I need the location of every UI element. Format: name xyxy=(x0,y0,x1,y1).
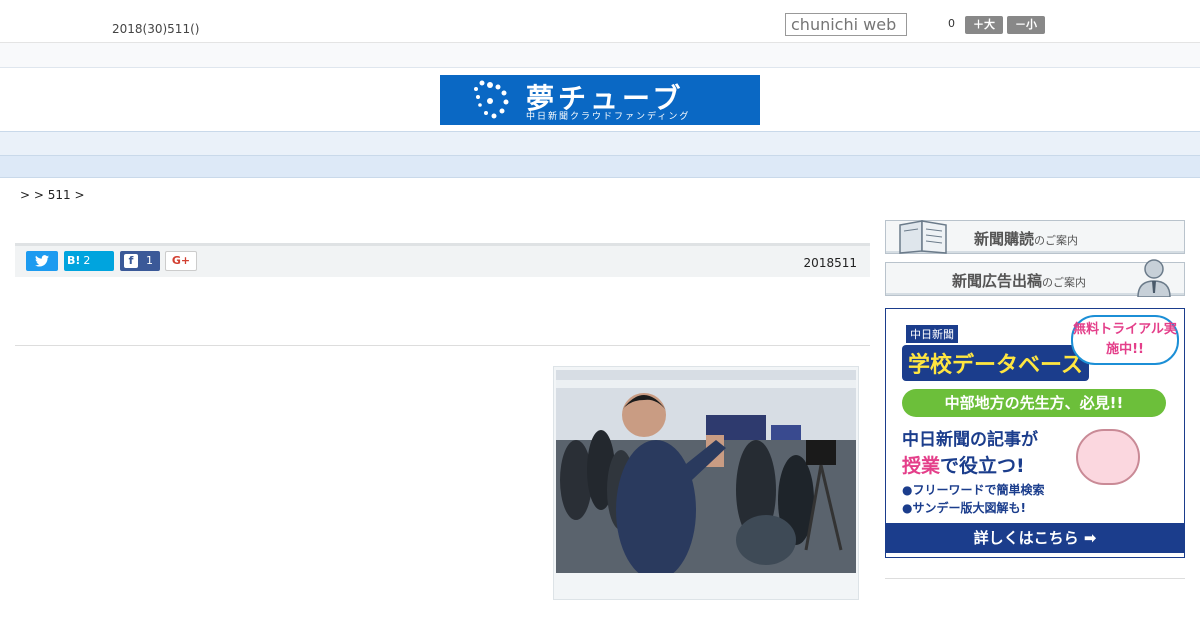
article-photo-frame xyxy=(553,366,859,600)
ad-brand: 中日新聞 xyxy=(906,325,958,343)
nav-item-4[interactable] xyxy=(407,136,447,152)
nav-item-6[interactable] xyxy=(567,136,607,152)
facebook-icon: f xyxy=(124,254,138,268)
nav-item-9[interactable] xyxy=(807,136,847,152)
hatena-count: 2 xyxy=(83,254,91,267)
twitter-share-button[interactable] xyxy=(26,251,58,271)
ad-trial-bubble: 無料トライアル実施中!! xyxy=(1071,315,1179,365)
advertising-title: 新聞広告出稿のご案内 xyxy=(952,272,1087,290)
font-size-large-button[interactable]: ＋大 xyxy=(965,16,1003,34)
advertising-info-button[interactable]: 新聞広告出稿のご案内 xyxy=(885,259,1185,297)
sidebar-divider xyxy=(885,578,1185,579)
divider xyxy=(15,345,870,346)
subscription-info-button[interactable]: 新聞購読のご案内 xyxy=(885,220,1185,254)
font-size-small-button[interactable]: －小 xyxy=(1007,16,1045,34)
dots-logo-icon xyxy=(474,80,509,119)
school-database-ad[interactable]: 中日新聞 学校データベース 無料トライアル実施中!! 中部地方の先生方、必見!!… xyxy=(885,308,1185,558)
ad-headline: 中部地方の先生方、必見!! xyxy=(902,389,1166,417)
facebook-share-button[interactable]: f 1 xyxy=(120,251,160,271)
top-utility-bar: 2018(30)511() 0 ＋大 －小 xyxy=(0,0,1200,43)
google-plus-button[interactable]: G+ xyxy=(165,251,197,271)
nav-item-7[interactable] xyxy=(647,136,687,152)
subscription-title: 新聞購読のご案内 xyxy=(974,230,1079,248)
banner-subtitle: 中日新聞クラウドファンディング xyxy=(526,112,691,122)
ad-bullet-2: ●サンデー版大図解も! xyxy=(902,501,1026,515)
ad-title: 学校データベース xyxy=(902,345,1089,381)
sub-nav xyxy=(0,155,1200,178)
ad-bullet-1: ●フリーワードで簡単検索 xyxy=(902,483,1045,497)
pig-mascot-icon xyxy=(1076,429,1140,485)
article-photo[interactable] xyxy=(556,370,856,573)
nav-item-3[interactable] xyxy=(327,136,367,152)
ad-details-button[interactable]: 詳しくはこちら ➡ xyxy=(886,523,1184,553)
hatena-bookmark-button[interactable]: B! 2 xyxy=(64,251,114,271)
main-nav xyxy=(0,131,1200,155)
sub-header-strip xyxy=(0,43,1200,68)
hatena-label: B! xyxy=(67,254,81,267)
ad-line-2: 授業で役立つ! xyxy=(902,455,1025,477)
press-photo-image xyxy=(556,370,856,573)
article-date: 2018511 xyxy=(803,256,857,270)
yume-tube-banner[interactable]: 夢チューブ 中日新聞クラウドファンディング xyxy=(440,75,760,125)
font-size-value: 0 xyxy=(948,17,955,30)
nav-item-1[interactable] xyxy=(167,136,207,152)
current-date: 2018(30)511() xyxy=(112,22,200,36)
breadcrumb[interactable]: > > 511 > xyxy=(20,188,85,202)
twitter-icon xyxy=(35,255,49,267)
businessman-icon xyxy=(1137,259,1171,297)
nav-item-5[interactable] xyxy=(487,136,527,152)
facebook-count: 1 xyxy=(146,254,153,267)
share-bar: B! 2 f 1 G+ 2018511 xyxy=(15,243,870,277)
nav-item-2[interactable] xyxy=(247,136,287,152)
newspaper-book-icon xyxy=(899,220,947,254)
ad-line-1: 中日新聞の記事が xyxy=(902,430,1038,450)
search-input[interactable] xyxy=(785,13,907,36)
nav-item-8[interactable] xyxy=(727,136,767,152)
